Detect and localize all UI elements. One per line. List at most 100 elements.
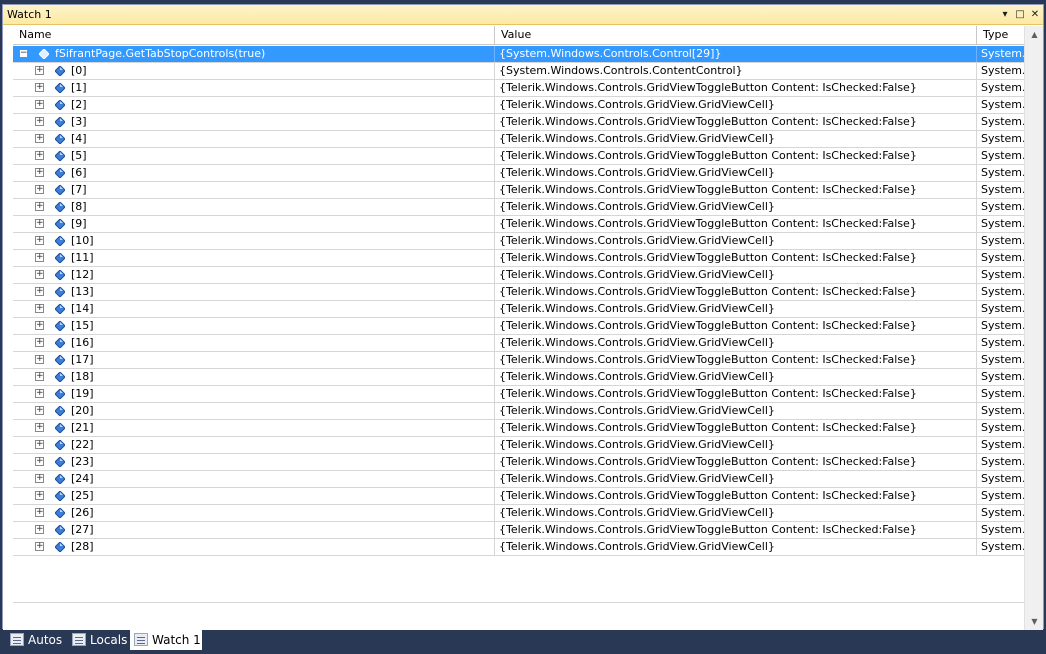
value-cell[interactable]: {Telerik.Windows.Controls.GridViewToggle…: [495, 284, 977, 300]
value-cell[interactable]: {Telerik.Windows.Controls.GridViewToggle…: [495, 420, 977, 436]
element-index[interactable]: [12]: [71, 267, 94, 283]
value-cell[interactable]: {Telerik.Windows.Controls.GridView.GridV…: [495, 301, 977, 317]
expand-icon[interactable]: +: [35, 338, 44, 347]
expand-icon[interactable]: +: [35, 117, 44, 126]
value-cell[interactable]: {Telerik.Windows.Controls.GridViewToggle…: [495, 318, 977, 334]
value-cell[interactable]: {Telerik.Windows.Controls.GridView.GridV…: [495, 97, 977, 113]
element-index[interactable]: [21]: [71, 420, 94, 436]
expand-icon[interactable]: +: [35, 491, 44, 500]
value-cell[interactable]: {Telerik.Windows.Controls.GridViewToggle…: [495, 454, 977, 470]
value-cell[interactable]: {Telerik.Windows.Controls.GridViewToggle…: [495, 488, 977, 504]
value-cell[interactable]: {Telerik.Windows.Controls.GridViewToggle…: [495, 114, 977, 130]
column-header-value[interactable]: Value: [495, 26, 977, 45]
empty-watch-row[interactable]: [13, 586, 1025, 603]
element-index[interactable]: [2]: [71, 97, 87, 113]
expand-icon[interactable]: +: [35, 168, 44, 177]
value-cell[interactable]: {System.Windows.Controls.Control[29]}: [495, 46, 977, 62]
scroll-down-icon[interactable]: ▼: [1025, 613, 1044, 630]
tab-locals[interactable]: Locals: [68, 630, 128, 650]
element-index[interactable]: [8]: [71, 199, 87, 215]
watch-row[interactable]: + [28] {Telerik.Windows.Controls.GridView.…: [13, 539, 1025, 556]
vertical-scrollbar[interactable]: ▲ ▼: [1024, 26, 1043, 630]
expand-icon[interactable]: +: [35, 508, 44, 517]
element-index[interactable]: [17]: [71, 352, 94, 368]
element-index[interactable]: [20]: [71, 403, 94, 419]
value-cell[interactable]: {Telerik.Windows.Controls.GridView.GridV…: [495, 437, 977, 453]
value-cell[interactable]: {Telerik.Windows.Controls.GridViewToggle…: [495, 352, 977, 368]
watch-row[interactable]: + [0] {System.Windows.Controls.ContentCont…: [13, 63, 1025, 80]
element-index[interactable]: [16]: [71, 335, 94, 351]
watch-row[interactable]: + [20] {Telerik.Windows.Controls.GridView.…: [13, 403, 1025, 420]
expand-icon[interactable]: +: [35, 423, 44, 432]
element-index[interactable]: [28]: [71, 539, 94, 555]
watch-row[interactable]: + [23] {Telerik.Windows.Controls.GridViewT…: [13, 454, 1025, 471]
expand-icon[interactable]: +: [35, 151, 44, 160]
expand-icon[interactable]: +: [35, 270, 44, 279]
watch-row[interactable]: + [2] {Telerik.Windows.Controls.GridView.G…: [13, 97, 1025, 114]
expand-icon[interactable]: +: [35, 372, 44, 381]
element-index[interactable]: [4]: [71, 131, 87, 147]
value-cell[interactable]: {Telerik.Windows.Controls.GridView.GridV…: [495, 505, 977, 521]
element-index[interactable]: [14]: [71, 301, 94, 317]
element-index[interactable]: [7]: [71, 182, 87, 198]
element-index[interactable]: [26]: [71, 505, 94, 521]
watch-row[interactable]: + [6] {Telerik.Windows.Controls.GridView.G…: [13, 165, 1025, 182]
watch-row[interactable]: + [13] {Telerik.Windows.Controls.GridViewT…: [13, 284, 1025, 301]
element-index[interactable]: [10]: [71, 233, 94, 249]
watch-row-root[interactable]: − fSifrantPage.GetTabStopControls(true) …: [13, 46, 1025, 63]
watch-row[interactable]: + [9] {Telerik.Windows.Controls.GridViewTo…: [13, 216, 1025, 233]
value-cell[interactable]: {Telerik.Windows.Controls.GridView.GridV…: [495, 233, 977, 249]
element-index[interactable]: [1]: [71, 80, 87, 96]
scroll-up-icon[interactable]: ▲: [1025, 26, 1044, 43]
watch-row[interactable]: + [14] {Telerik.Windows.Controls.GridView.…: [13, 301, 1025, 318]
column-header-name[interactable]: Name: [13, 26, 495, 45]
value-cell[interactable]: {Telerik.Windows.Controls.GridView.GridV…: [495, 539, 977, 555]
expand-icon[interactable]: +: [35, 542, 44, 551]
expand-icon[interactable]: +: [35, 253, 44, 262]
element-index[interactable]: [3]: [71, 114, 87, 130]
watch-row[interactable]: + [1] {Telerik.Windows.Controls.GridViewTo…: [13, 80, 1025, 97]
value-cell[interactable]: {Telerik.Windows.Controls.GridView.GridV…: [495, 165, 977, 181]
watch-row[interactable]: + [4] {Telerik.Windows.Controls.GridView.G…: [13, 131, 1025, 148]
element-index[interactable]: [6]: [71, 165, 87, 181]
watch-row[interactable]: + [19] {Telerik.Windows.Controls.GridViewT…: [13, 386, 1025, 403]
watch-row[interactable]: + [22] {Telerik.Windows.Controls.GridView.…: [13, 437, 1025, 454]
tab-autos[interactable]: Autos: [6, 630, 66, 650]
value-cell[interactable]: {Telerik.Windows.Controls.GridView.GridV…: [495, 471, 977, 487]
expand-icon[interactable]: +: [35, 355, 44, 364]
value-cell[interactable]: {Telerik.Windows.Controls.GridViewToggle…: [495, 80, 977, 96]
element-index[interactable]: [27]: [71, 522, 94, 538]
value-cell[interactable]: {Telerik.Windows.Controls.GridView.GridV…: [495, 369, 977, 385]
value-cell[interactable]: {Telerik.Windows.Controls.GridView.GridV…: [495, 403, 977, 419]
element-index[interactable]: [23]: [71, 454, 94, 470]
value-cell[interactable]: {Telerik.Windows.Controls.GridViewToggle…: [495, 250, 977, 266]
watch-row[interactable]: + [3] {Telerik.Windows.Controls.GridViewTo…: [13, 114, 1025, 131]
watch-row[interactable]: + [21] {Telerik.Windows.Controls.GridViewT…: [13, 420, 1025, 437]
watch-row[interactable]: + [26] {Telerik.Windows.Controls.GridView.…: [13, 505, 1025, 522]
watch-row[interactable]: + [17] {Telerik.Windows.Controls.GridViewT…: [13, 352, 1025, 369]
watch-row[interactable]: + [25] {Telerik.Windows.Controls.GridViewT…: [13, 488, 1025, 505]
watch-row[interactable]: + [8] {Telerik.Windows.Controls.GridView.G…: [13, 199, 1025, 216]
close-icon[interactable]: ✕: [1028, 8, 1042, 22]
watch-row[interactable]: + [5] {Telerik.Windows.Controls.GridViewTo…: [13, 148, 1025, 165]
element-index[interactable]: [9]: [71, 216, 87, 232]
expand-icon[interactable]: +: [35, 440, 44, 449]
value-cell[interactable]: {Telerik.Windows.Controls.GridView.GridV…: [495, 131, 977, 147]
element-index[interactable]: [18]: [71, 369, 94, 385]
watch-row[interactable]: + [16] {Telerik.Windows.Controls.GridView.…: [13, 335, 1025, 352]
expand-icon[interactable]: +: [35, 321, 44, 330]
expand-icon[interactable]: +: [35, 304, 44, 313]
expand-icon[interactable]: +: [35, 236, 44, 245]
expand-icon[interactable]: +: [35, 134, 44, 143]
expand-icon[interactable]: +: [35, 457, 44, 466]
watch-row[interactable]: + [27] {Telerik.Windows.Controls.GridViewT…: [13, 522, 1025, 539]
value-cell[interactable]: {Telerik.Windows.Controls.GridViewToggle…: [495, 386, 977, 402]
element-index[interactable]: [13]: [71, 284, 94, 300]
window-position-dropdown-icon[interactable]: ▾: [998, 8, 1012, 22]
element-index[interactable]: [15]: [71, 318, 94, 334]
value-cell[interactable]: {Telerik.Windows.Controls.GridViewToggle…: [495, 216, 977, 232]
expand-icon[interactable]: +: [35, 287, 44, 296]
watch-row[interactable]: + [11] {Telerik.Windows.Controls.GridViewT…: [13, 250, 1025, 267]
expand-icon[interactable]: +: [35, 525, 44, 534]
value-cell[interactable]: {System.Windows.Controls.ContentControl}: [495, 63, 977, 79]
